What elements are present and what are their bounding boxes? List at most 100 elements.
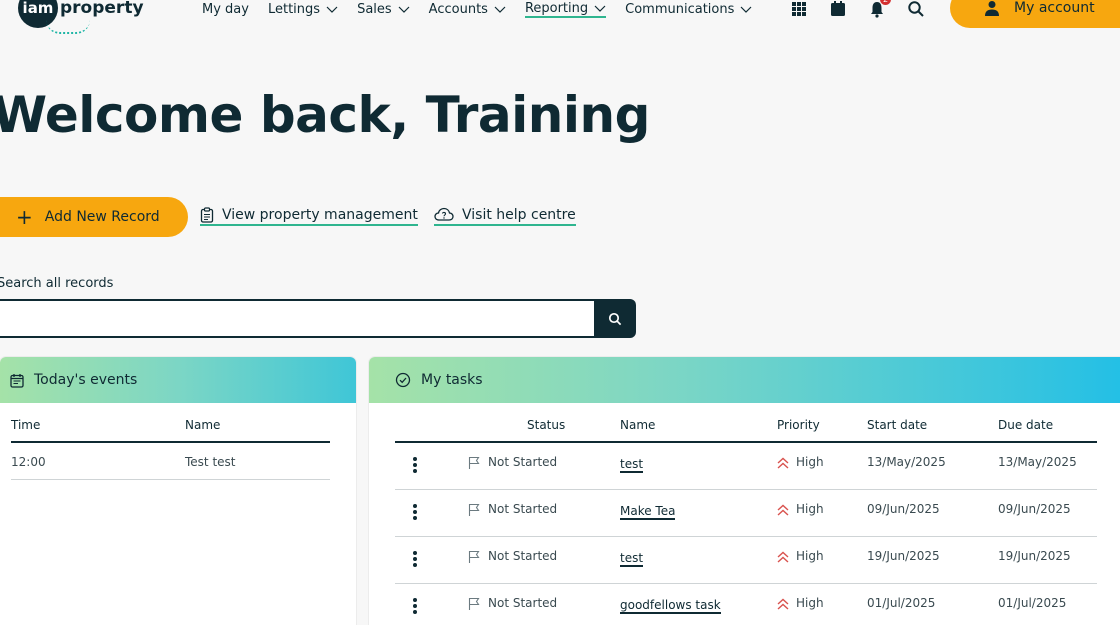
task-priority: High (796, 596, 824, 610)
tasks-col-name: Name (620, 418, 656, 432)
brand-logo[interactable]: iam property (18, 0, 144, 34)
event-time: 12:00 (11, 455, 46, 469)
event-name: Test test (185, 455, 236, 469)
tasks-col-start-date: Start date (867, 418, 928, 432)
logo-prefix: iam (22, 0, 54, 17)
task-row-divider (395, 583, 1097, 584)
nav-item-reporting[interactable]: Reporting (524, 0, 607, 18)
calendar-icon (10, 373, 24, 388)
nav-label: Sales (357, 1, 392, 17)
chevron-down-icon (398, 6, 410, 13)
flag-icon (468, 456, 480, 469)
task-priority: High (796, 455, 824, 469)
task-name-link[interactable]: test (620, 457, 644, 473)
nav-label: Communications (625, 1, 735, 17)
task-row-divider (395, 489, 1097, 490)
nav-label: Lettings (267, 1, 321, 17)
priority-high-icon (777, 551, 789, 563)
task-actions-menu[interactable] (412, 457, 418, 473)
nav-item-sales[interactable]: Sales (357, 0, 410, 18)
task-name-link[interactable]: test (620, 551, 644, 567)
events-header-divider (11, 441, 330, 443)
my-account-button[interactable]: My account (950, 0, 1120, 28)
plus-icon: + (16, 205, 33, 229)
events-col-time: Time (11, 418, 41, 432)
search-input[interactable] (0, 299, 596, 338)
events-col-name: Name (185, 418, 221, 432)
chevron-down-icon (594, 5, 606, 12)
task-status: Not Started (488, 455, 558, 469)
search-submit-button[interactable] (594, 299, 636, 338)
add-new-record-button[interactable]: + Add New Record (0, 197, 188, 237)
add-new-record-label: Add New Record (44, 209, 160, 225)
view-property-management-label: View property management (222, 207, 418, 223)
tasks-col-priority: Priority (777, 418, 820, 432)
task-name-link[interactable]: goodfellows task (620, 598, 721, 614)
nav-item-lettings[interactable]: Lettings (268, 0, 338, 18)
task-priority: High (796, 502, 824, 516)
nav-item-my-day[interactable]: My day (202, 0, 249, 18)
nav-label: Reporting (524, 0, 589, 16)
task-due-date: 01/Jul/2025 (998, 596, 1067, 610)
my-tasks-title: My tasks (421, 372, 483, 388)
task-actions-menu[interactable] (412, 598, 418, 614)
flag-icon (468, 597, 480, 610)
task-status: Not Started (488, 549, 558, 563)
task-start-date: 13/May/2025 (867, 455, 946, 469)
main-nav: My day Lettings Sales Accounts Reporting… (202, 0, 771, 18)
task-status: Not Started (488, 596, 558, 610)
cloud-help-icon (434, 207, 454, 221)
task-due-date: 09/Jun/2025 (998, 502, 1071, 516)
task-start-date: 19/Jun/2025 (867, 549, 940, 563)
visit-help-centre-link[interactable]: Visit help centre (434, 207, 576, 226)
task-start-date: 01/Jul/2025 (867, 596, 936, 610)
top-navigation-bar: iam property My day Lettings Sales Accou… (0, 0, 1120, 40)
user-icon (985, 1, 999, 16)
bell-icon[interactable]: 2 (868, 0, 891, 18)
nav-item-communications[interactable]: Communications (625, 0, 752, 18)
page-title: Welcome back, Training (0, 86, 650, 144)
todays-events-title: Today's events (34, 372, 138, 388)
tasks-col-status: Status (527, 418, 566, 432)
todays-events-header: Today's events (0, 357, 356, 403)
task-row-divider (395, 536, 1097, 537)
clipboard-icon (200, 207, 214, 223)
calendar-icon[interactable] (829, 0, 847, 18)
view-property-management-link[interactable]: View property management (200, 207, 418, 226)
priority-high-icon (777, 504, 789, 516)
check-circle-icon (395, 372, 411, 388)
task-priority: High (796, 549, 824, 563)
task-actions-menu[interactable] (412, 551, 418, 567)
flag-icon (468, 550, 480, 563)
nav-label: My day (202, 1, 249, 17)
task-status: Not Started (488, 502, 558, 516)
search-label: Search all records (0, 276, 114, 291)
visit-help-centre-label: Visit help centre (462, 207, 576, 223)
nav-label: Accounts (428, 1, 488, 17)
my-tasks-header: My tasks (369, 357, 1120, 403)
todays-events-card: Today's events Time Name 12:00 Test test (0, 357, 356, 625)
task-name-link[interactable]: Make Tea (620, 504, 676, 520)
chevron-down-icon (494, 6, 506, 13)
apps-grid-icon[interactable] (790, 0, 808, 18)
priority-high-icon (777, 457, 789, 469)
task-actions-menu[interactable] (412, 504, 418, 520)
my-tasks-card: My tasks Status Name Priority Start date… (369, 357, 1120, 625)
chevron-down-icon (740, 6, 752, 13)
search-icon[interactable] (907, 0, 925, 18)
nav-item-accounts[interactable]: Accounts (429, 0, 506, 18)
logo-text: property (60, 0, 144, 18)
logo-swoosh (46, 20, 90, 34)
flag-icon (468, 503, 480, 516)
task-start-date: 09/Jun/2025 (867, 502, 940, 516)
event-row-divider (11, 479, 330, 480)
priority-high-icon (777, 598, 789, 610)
tasks-col-due-date: Due date (998, 418, 1054, 432)
task-due-date: 13/May/2025 (998, 455, 1077, 469)
my-account-label: My account (1014, 0, 1095, 16)
chevron-down-icon (326, 6, 338, 13)
search-icon (608, 312, 622, 325)
header-icons: 2 (790, 0, 946, 18)
tasks-header-divider (395, 441, 1097, 443)
task-due-date: 19/Jun/2025 (998, 549, 1071, 563)
